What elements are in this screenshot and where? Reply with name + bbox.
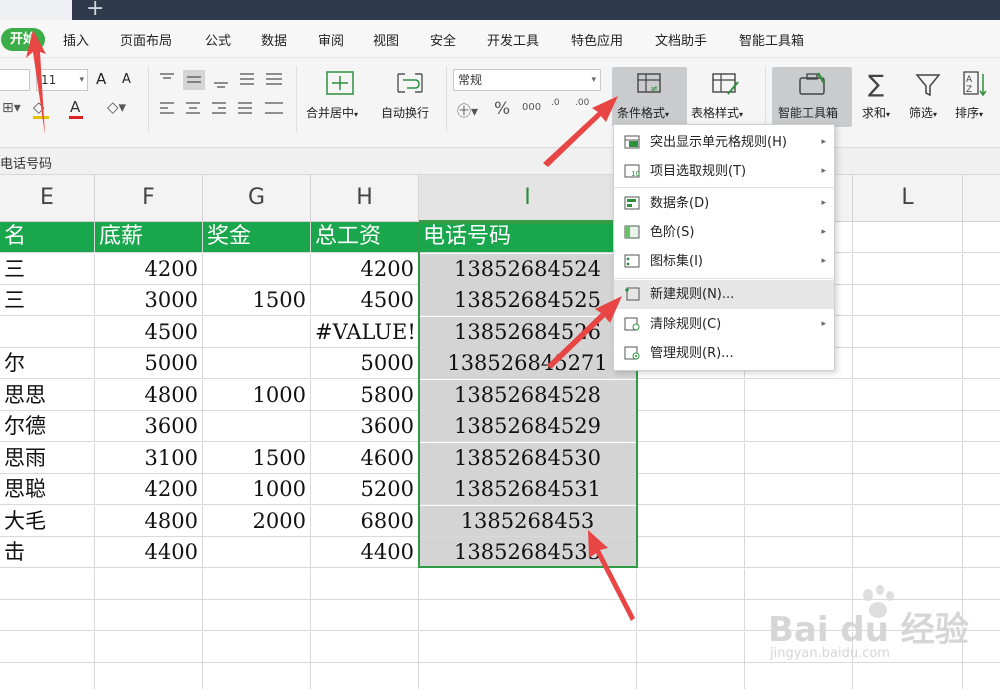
arrow-to-new-rule-icon <box>547 296 622 369</box>
arrow-to-conditional-format-icon <box>543 96 618 167</box>
baidu-watermark: Bai du 经验 jingyan.baidu.com <box>760 580 990 670</box>
arrow-to-start-icon <box>26 30 46 135</box>
arrow-to-cell-icon <box>588 530 635 621</box>
watermark-url: jingyan.baidu.com <box>770 646 890 661</box>
watermark-logo: Bai du 经验 <box>768 610 969 650</box>
